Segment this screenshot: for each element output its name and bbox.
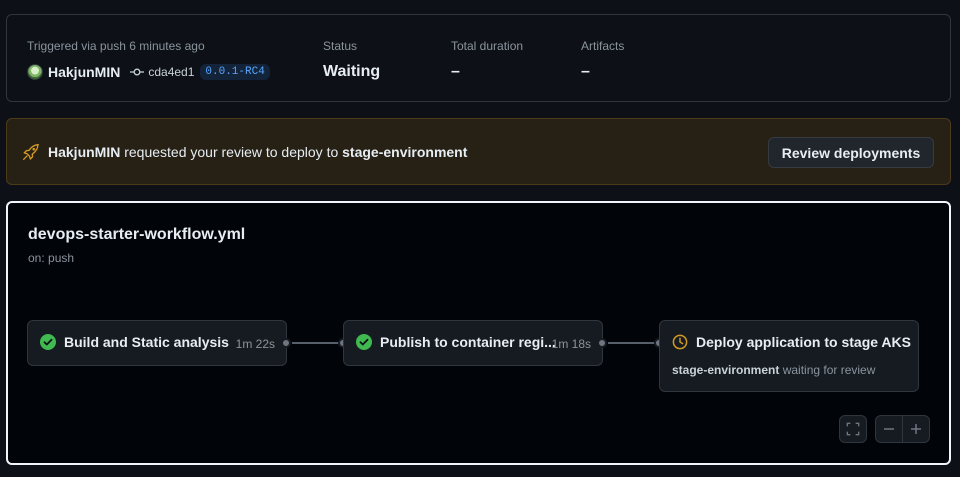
environment-name: stage-environment: [342, 143, 468, 160]
review-banner: HakjunMIN requested your review to deplo…: [6, 118, 951, 185]
review-message: HakjunMIN requested your review to deplo…: [48, 144, 467, 160]
job-output-port: [281, 338, 291, 348]
plus-icon: [911, 424, 922, 434]
job-name: Build and Static analysis: [64, 334, 229, 350]
job-publish-container-registry[interactable]: Publish to container regi... 1m 18s: [343, 320, 603, 366]
run-summary: Triggered via push 6 minutes ago HakjunM…: [6, 14, 951, 102]
review-message-text: requested your review to deploy to: [120, 143, 343, 160]
review-deployments-button[interactable]: Review deployments: [768, 137, 934, 168]
workflow-graph: devops-starter-workflow.yml on: push Bui…: [6, 201, 951, 465]
job-duration: 1m 18s: [551, 337, 591, 351]
avatar[interactable]: [27, 64, 43, 80]
job-connector: [292, 342, 342, 344]
duration-label: Total duration: [451, 39, 524, 53]
branch-tag-badge[interactable]: 0.0.1-RC4: [200, 64, 270, 80]
job-output-port: [597, 338, 607, 348]
job-environment-status: stage-environment waiting for review: [672, 363, 875, 377]
trigger-info: Triggered via push 6 minutes ago HakjunM…: [27, 39, 270, 81]
job-name: Publish to container regi...: [380, 334, 556, 350]
job-connector: [608, 342, 658, 344]
requester-name[interactable]: HakjunMIN: [48, 144, 120, 160]
minus-icon: [884, 428, 895, 430]
job-deploy-stage-aks[interactable]: Deploy application to stage AKS stage-en…: [659, 320, 919, 392]
clock-icon: [672, 334, 688, 350]
fullscreen-button[interactable]: [839, 415, 867, 443]
job-environment-note: waiting for review: [779, 363, 876, 377]
success-check-icon: [356, 334, 372, 350]
actor-link[interactable]: HakjunMIN: [48, 64, 120, 80]
rocket-icon: [23, 143, 39, 160]
workflow-trigger: on: push: [28, 251, 75, 265]
artifacts-info: Artifacts –: [581, 39, 624, 82]
fullscreen-icon: [846, 422, 860, 436]
job-build-static-analysis[interactable]: Build and Static analysis 1m 22s: [27, 320, 287, 366]
artifacts-label: Artifacts: [581, 39, 625, 53]
status-info: Status Waiting: [323, 39, 380, 82]
commit-sha-link[interactable]: cda4ed1: [148, 65, 194, 79]
zoom-in-button[interactable]: [902, 416, 929, 442]
duration-info: Total duration –: [451, 39, 523, 82]
status-value: Waiting: [323, 63, 381, 80]
commit-icon: [130, 68, 145, 76]
workflow-file-name[interactable]: devops-starter-workflow.yml: [28, 226, 245, 244]
job-environment-name: stage-environment: [672, 363, 780, 377]
zoom-out-button[interactable]: [876, 416, 902, 442]
job-duration: 1m 22s: [235, 337, 275, 351]
job-name: Deploy application to stage AKS: [696, 334, 911, 350]
zoom-controls: [875, 415, 930, 443]
trigger-label: Triggered via push 6 minutes ago: [27, 39, 205, 53]
success-check-icon: [40, 334, 56, 350]
status-label: Status: [323, 39, 358, 53]
duration-value: –: [451, 63, 460, 80]
artifacts-value: –: [581, 63, 590, 80]
